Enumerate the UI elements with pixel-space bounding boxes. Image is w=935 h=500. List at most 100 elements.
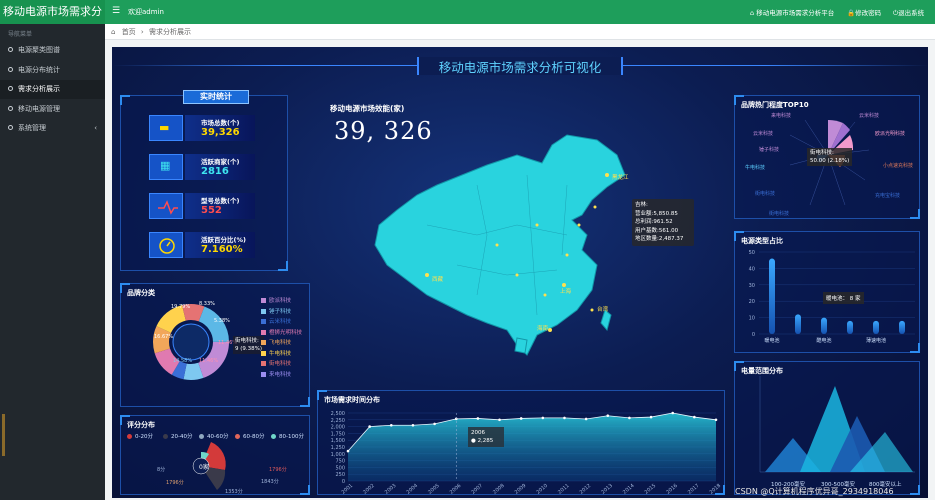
- sidebar-item-demand[interactable]: 需求分析展示: [0, 80, 105, 99]
- brand-legend-item[interactable]: 街电科技: [261, 359, 291, 367]
- brand-legend-item[interactable]: 欧派科技: [261, 296, 291, 304]
- sidebar-item-cluster[interactable]: 电源聚类图谱: [0, 41, 105, 60]
- legend-swatch: [261, 371, 266, 377]
- y-tick-label: 2,500: [331, 411, 345, 417]
- time-point[interactable]: [714, 418, 718, 422]
- legend-label: 来电科技: [269, 371, 292, 378]
- brand-panel: 品牌分类 19.79% 8.33% 5.38% 11.46% 11.46% 14…: [120, 283, 310, 407]
- top-navbar: 移动电源市场需求分析 ☰ 欢迎admin ⌂ 移动电源市场需求分析平台 🔒修改密…: [0, 0, 935, 42]
- map-label: 移动电源市场效能(家): [330, 104, 405, 113]
- legend-label: 0-20分: [135, 434, 153, 440]
- type-bar[interactable]: [873, 320, 879, 334]
- time-point[interactable]: [563, 416, 566, 420]
- top10-label: 牛电科技: [745, 165, 766, 171]
- time-point[interactable]: [693, 415, 696, 419]
- sidebar-item-distribution[interactable]: 电源分布统计: [0, 61, 105, 80]
- city-shanghai: 上海: [560, 289, 572, 295]
- time-point[interactable]: [346, 449, 350, 453]
- type-bar[interactable]: [821, 317, 827, 334]
- city-heilongjiang: 黑龙江: [612, 175, 629, 181]
- change-password-link[interactable]: 🔒修改密码: [847, 7, 881, 17]
- stat-active-pct: 活跃百分比(%) 7.160%: [149, 232, 255, 258]
- time-point[interactable]: [584, 417, 588, 421]
- time-point[interactable]: [411, 423, 415, 427]
- time-area: [348, 413, 716, 481]
- y-tick-label: 750: [335, 459, 345, 465]
- brand-legend-item[interactable]: 牛电科技: [261, 349, 291, 357]
- time-point[interactable]: [628, 416, 631, 420]
- top10-label: 云米科技: [859, 113, 880, 119]
- y-tick-label: 1,000: [331, 452, 345, 458]
- time-point[interactable]: [498, 418, 501, 422]
- type-bar[interactable]: [795, 314, 801, 334]
- score-legend-item[interactable]: 80-100分: [271, 432, 304, 440]
- x-tick-label: 2017: [687, 483, 701, 496]
- breadcrumb-home[interactable]: 首页: [122, 28, 136, 36]
- logout-link[interactable]: ⏻退出系统: [893, 7, 924, 18]
- y-tick-label: 40: [749, 266, 755, 272]
- y-tick-label: 30: [749, 283, 755, 289]
- time-panel: 市场需求时间分布 0 250 500 750 1,000 1,250 1,500 1,750 2…: [317, 390, 726, 496]
- sidebar-scrollbar[interactable]: [2, 414, 5, 456]
- time-point[interactable]: [389, 423, 393, 427]
- city-hainan: 海南: [537, 326, 549, 332]
- legend-swatch: [127, 434, 132, 439]
- type-bar[interactable]: [769, 258, 775, 334]
- sidebar-item-system[interactable]: 系统管理 ‹: [0, 119, 105, 138]
- time-point[interactable]: [368, 425, 371, 428]
- capacity-panel: 电量范围分布 100-200毫安 300-500毫安 800毫安以上: [734, 361, 920, 495]
- score-legend-item[interactable]: 40-60分: [199, 432, 228, 440]
- score-label: 1796分: [166, 480, 184, 486]
- china-map[interactable]: [367, 125, 667, 365]
- type-panel: 电源类型占比 0 10 20 30 40 50 暖电池 酷电池 薄速电池 暖电池： 8 家: [734, 231, 920, 353]
- time-point[interactable]: [519, 417, 523, 420]
- stat-models: 型号总数(个) 552: [149, 193, 255, 219]
- type-tooltip: 暖电池： 8 家: [823, 292, 864, 304]
- score-rose-chart[interactable]: [161, 440, 271, 496]
- type-bar[interactable]: [899, 320, 905, 334]
- platform-link[interactable]: ⌂ 移动电源市场需求分析平台: [750, 7, 834, 17]
- brand-legend-item[interactable]: 锤子科技: [261, 307, 291, 315]
- time-point[interactable]: [541, 416, 545, 420]
- time-area-chart[interactable]: 02505007501,0001,2501,5001,7502,0002,250…: [318, 401, 726, 496]
- score-legend-item[interactable]: 60-80分: [235, 432, 264, 440]
- sidebar-item-manage[interactable]: 移动电源管理: [0, 100, 105, 119]
- capacity-title: 电量范围分布: [741, 367, 783, 375]
- time-point[interactable]: [606, 414, 610, 418]
- home-icon: ⌂: [111, 28, 116, 36]
- top10-tooltip: 街电科技: 50.00 (2.18%): [807, 148, 853, 166]
- sidebar: 导航菜单 电源聚类图谱 电源分布统计 需求分析展示 移动电源管理 系统管理 ‹: [0, 24, 105, 500]
- legend-label: 牛电科技: [269, 350, 292, 357]
- brand-legend-item[interactable]: 飞电科技: [261, 338, 291, 346]
- y-tick-label: 2,000: [331, 425, 345, 431]
- dashboard-title: 移动电源市场需求分析可视化: [417, 57, 623, 75]
- legend-label: 橙狮光明科技: [269, 329, 303, 336]
- score-legend-item[interactable]: 20-40分: [163, 432, 192, 440]
- y-tick-label: 10: [749, 316, 755, 322]
- city-tibet: 西藏: [432, 277, 444, 283]
- time-point[interactable]: [671, 411, 675, 415]
- x-tick-label: 暖电池: [764, 337, 779, 344]
- x-tick-label: 2013: [600, 483, 614, 496]
- brand-legend-item[interactable]: 橙狮光明科技: [261, 328, 302, 336]
- pulse-icon: [149, 193, 183, 219]
- menu-toggle-icon[interactable]: ☰: [112, 6, 120, 16]
- city-taiwan: 台湾: [597, 307, 609, 313]
- stat-markets-value: 39,326: [201, 127, 240, 138]
- y-tick-label: 1,750: [331, 431, 345, 437]
- brand-legend-item[interactable]: 云米科技: [261, 317, 291, 325]
- gauge-icon: [149, 232, 183, 258]
- legend-swatch: [163, 434, 168, 439]
- type-bar[interactable]: [847, 320, 853, 334]
- legend-label: 锤子科技: [269, 308, 292, 315]
- time-point[interactable]: [649, 415, 653, 419]
- capacity-chart[interactable]: [745, 376, 915, 480]
- time-point[interactable]: [476, 417, 480, 420]
- x-tick-label: 2003: [384, 483, 398, 496]
- stats-title: 实时统计: [183, 90, 249, 104]
- brand-title: 品牌分类: [127, 289, 155, 297]
- time-point[interactable]: [433, 422, 436, 426]
- score-legend-item[interactable]: 0-20分: [127, 432, 153, 440]
- brand-pct-label: 8.33%: [199, 301, 215, 307]
- brand-legend-item[interactable]: 来电科技: [261, 370, 291, 378]
